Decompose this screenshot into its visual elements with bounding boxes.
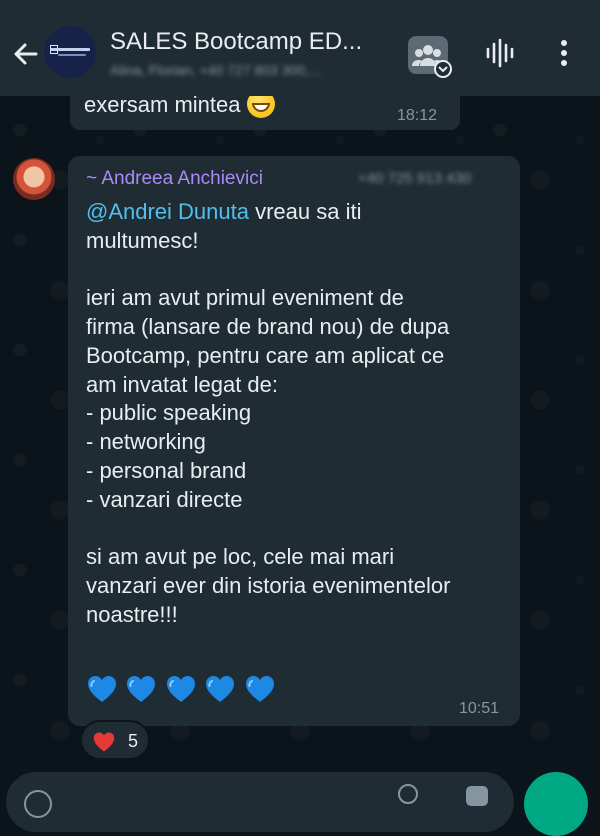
- message-line: - vanzari directe: [86, 487, 243, 512]
- message-line: si am avut pe loc, cele mai mari: [86, 544, 395, 569]
- blue-heart-icon: [244, 674, 276, 704]
- previous-message-time: 18:12: [397, 107, 438, 124]
- camera-icon[interactable]: [466, 786, 488, 806]
- community-icon[interactable]: [408, 36, 452, 78]
- red-heart-icon: [91, 731, 117, 753]
- blue-heart-icon: [165, 674, 197, 704]
- message-line: - networking: [86, 429, 206, 454]
- mic-button[interactable]: [524, 772, 588, 836]
- blue-heart-icon: [125, 674, 157, 704]
- chat-header: SALES Bootcamp ED... Alina, Florian, +40…: [0, 0, 600, 96]
- back-arrow-icon[interactable]: [8, 36, 44, 72]
- blue-heart-icon: [86, 674, 118, 704]
- message-line: vanzari ever din istoria evenimentelor: [86, 573, 451, 598]
- attach-icon[interactable]: [398, 784, 418, 804]
- group-title[interactable]: SALES Bootcamp ED...: [110, 28, 400, 56]
- message-line: @Andrei Dunuta vreau sa iti: [86, 199, 362, 224]
- group-participants[interactable]: Alina, Florian, +40 727 803 300,...: [110, 62, 390, 78]
- message-input[interactable]: [6, 772, 514, 832]
- message-line: - public speaking: [86, 400, 252, 425]
- sender-name[interactable]: ~ Andreea Anchievici: [86, 168, 263, 190]
- reaction-count: 5: [128, 731, 139, 751]
- group-avatar[interactable]: [44, 26, 96, 78]
- voice-chat-icon[interactable]: [484, 36, 518, 70]
- emoji-icon[interactable]: [24, 790, 52, 818]
- blue-hearts-row: [86, 674, 279, 712]
- sender-avatar[interactable]: [13, 158, 55, 200]
- message-line: Bootcamp, pentru care am aplicat ce: [86, 343, 445, 368]
- message-line: noastre!!!: [86, 602, 178, 627]
- message-time: 10:51: [459, 700, 500, 717]
- blue-heart-icon: [204, 674, 236, 704]
- chevron-down-icon: [434, 60, 452, 78]
- message-line: - personal brand: [86, 458, 247, 483]
- message-line: ieri am avut primul eveniment de: [86, 285, 404, 310]
- more-options-icon[interactable]: [552, 36, 576, 70]
- reaction-pill[interactable]: 5: [80, 720, 150, 760]
- sender-phone: +40 725 913 430: [358, 170, 472, 187]
- message-line: firma (lansare de brand nou) de dupa: [86, 314, 450, 339]
- message-line: multumesc!: [86, 228, 199, 253]
- mention-link[interactable]: @Andrei Dunuta: [86, 199, 249, 224]
- message-line: am invatat legat de:: [86, 372, 279, 397]
